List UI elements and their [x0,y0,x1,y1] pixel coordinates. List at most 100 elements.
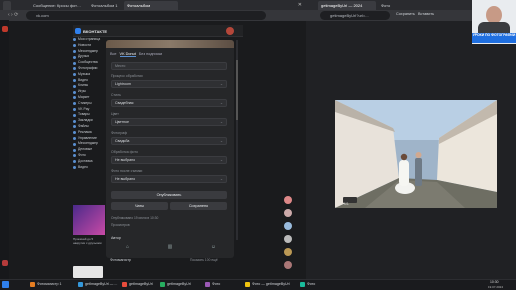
chevron-down-icon: ⌄ [219,120,223,124]
field-label: Фото после съемки [111,169,143,173]
taskbar-item-label: Фото [307,282,316,286]
sidebar-item[interactable]: Видео [73,165,105,171]
publish-button[interactable]: Опубликовать [111,191,227,199]
tab-messages[interactable]: Сообщение: Кросы фот… [30,1,86,10]
paste-link[interactable]: Вставить [418,12,434,16]
select-field[interactable]: Не выбрано ⌄ [111,156,227,164]
select-value: Не выбрано [115,158,136,162]
sidebar-icon [73,148,76,152]
vk-logo-icon[interactable] [75,28,81,34]
select-field[interactable]: Lightroom ⌄ [111,80,227,88]
field-label: Цвет [111,112,119,116]
vk-sidebar: Моя страница Новости Мессенджер Друзья Сообщ… [73,37,105,170]
author-label: Автор [111,236,121,240]
wedding-photo-graphic [335,100,497,208]
page-counter: 1/1 [344,202,349,206]
tab-all[interactable]: Все [110,52,117,57]
sidebar-icon [73,113,76,117]
select-field[interactable]: Не выбрано ⌄ [111,175,227,183]
back-icon[interactable]: ‹ › ⟳ [8,12,18,18]
tab-favicon[interactable] [3,1,11,10]
window-controls[interactable]: ✕ [266,2,302,8]
promo-thumb[interactable] [73,266,103,278]
sidebar-icon [73,90,76,94]
user-icon[interactable]: ☺ [211,244,216,250]
tab-getimage[interactable]: getimageByUrl — 2024 [318,1,376,10]
address-bar[interactable]: vk.com [26,11,266,20]
channel-caption: УРОКИ ПО ФОТОГРАФИИ [472,33,516,43]
author-name: Фотомагистр [110,258,131,262]
taskbar-item[interactable]: Фото [205,281,220,288]
sticker[interactable] [284,222,292,230]
sticker[interactable] [284,196,292,204]
chart-icon[interactable]: ▥ [168,244,173,250]
chats-button[interactable]: Чаты [111,202,168,210]
promo-banner[interactable] [73,205,105,235]
tab-album-1[interactable]: Фотоальбом 1 [88,1,122,10]
app-icon [78,282,83,287]
publish-date: Опубликовано 19 июля в 10:30 [111,216,159,220]
select-field[interactable]: Цветное ⌄ [111,118,227,126]
taskbar-item[interactable]: Фото — getImageByUrl [245,281,290,288]
select-value: Свадьба [115,139,130,143]
sticker-rail [284,196,293,276]
select-value: Цветное [115,120,130,124]
sidebar-icon [73,125,76,129]
save-link[interactable]: Сохранить [396,12,415,16]
chevron-down-icon: ⌄ [219,82,223,86]
tab-album[interactable]: Фотоальбом [124,1,178,10]
select-field[interactable]: Свадьба ⌄ [111,137,227,145]
sidebar-icon [73,61,76,65]
taskbar-item[interactable]: Фотомагистр 1 [30,281,61,288]
sidebar-icon [73,119,76,123]
select-value: Lightroom [115,82,131,86]
close-icon[interactable]: ✕ [298,2,302,8]
sidebar-icon [73,55,76,59]
taskbar-item-label: getImageByUrl [167,282,191,286]
right-address-bar[interactable]: getimageByUrl?url=... [320,11,390,20]
tab-no-subscription[interactable]: Без подписки [139,52,162,57]
taskbar-item-label: getImageByUrl — ... [85,282,118,286]
taskbar-item[interactable]: Фото [300,281,315,288]
select-value: Не выбрано [115,177,136,181]
sticker[interactable] [284,248,292,256]
taskbar-item-label: Фотомагистр 1 [37,282,62,286]
tab-vk-donut[interactable]: VK Donut [119,52,136,57]
vk-logo-text: ВКОНТАКТЕ [83,29,108,34]
taskbar-item-label: Фото — getImageByUrl [252,282,290,286]
app-icon[interactable] [1,260,8,266]
app-icon[interactable] [1,26,8,32]
sidebar-icon [73,160,76,164]
taskbar-item[interactable]: getImageByUrl [122,281,153,288]
avatar[interactable] [226,27,234,35]
start-icon[interactable] [2,281,9,288]
chevron-down-icon: ⌄ [219,139,223,143]
scrollbar-thumb[interactable] [236,60,238,120]
sticker[interactable] [284,209,292,217]
select-value: Свадебная [115,101,134,105]
clock-time: 10:30 [490,280,499,284]
sidebar-icon [73,49,76,53]
sidebar-icon [73,165,76,169]
sidebar-icon [73,102,76,106]
chevron-down-icon: ⌄ [219,158,223,162]
taskbar-item[interactable]: getImageByUrl — ... [78,281,117,288]
show-more-link[interactable]: Показать 100 ещё [190,258,218,262]
saved-button[interactable]: Сохранено [170,202,227,210]
app-icon [300,282,305,287]
app-icon [205,282,210,287]
sidebar-icon [73,73,76,77]
place-input[interactable]: Место [111,62,227,70]
views-count: Просмотров [111,223,130,227]
sticker[interactable] [284,235,292,243]
sidebar-icon [73,78,76,82]
select-field[interactable]: Свадебная ⌄ [111,99,227,107]
tab-photo[interactable]: Фото [378,1,408,10]
app-icon [245,282,250,287]
taskbar-item[interactable]: getImageByUrl [160,281,191,288]
home-icon[interactable]: ⌂ [126,244,129,250]
sidebar-icon [73,131,76,135]
app-icon [122,282,127,287]
sticker[interactable] [284,261,292,269]
wedding-photo[interactable] [335,100,497,208]
